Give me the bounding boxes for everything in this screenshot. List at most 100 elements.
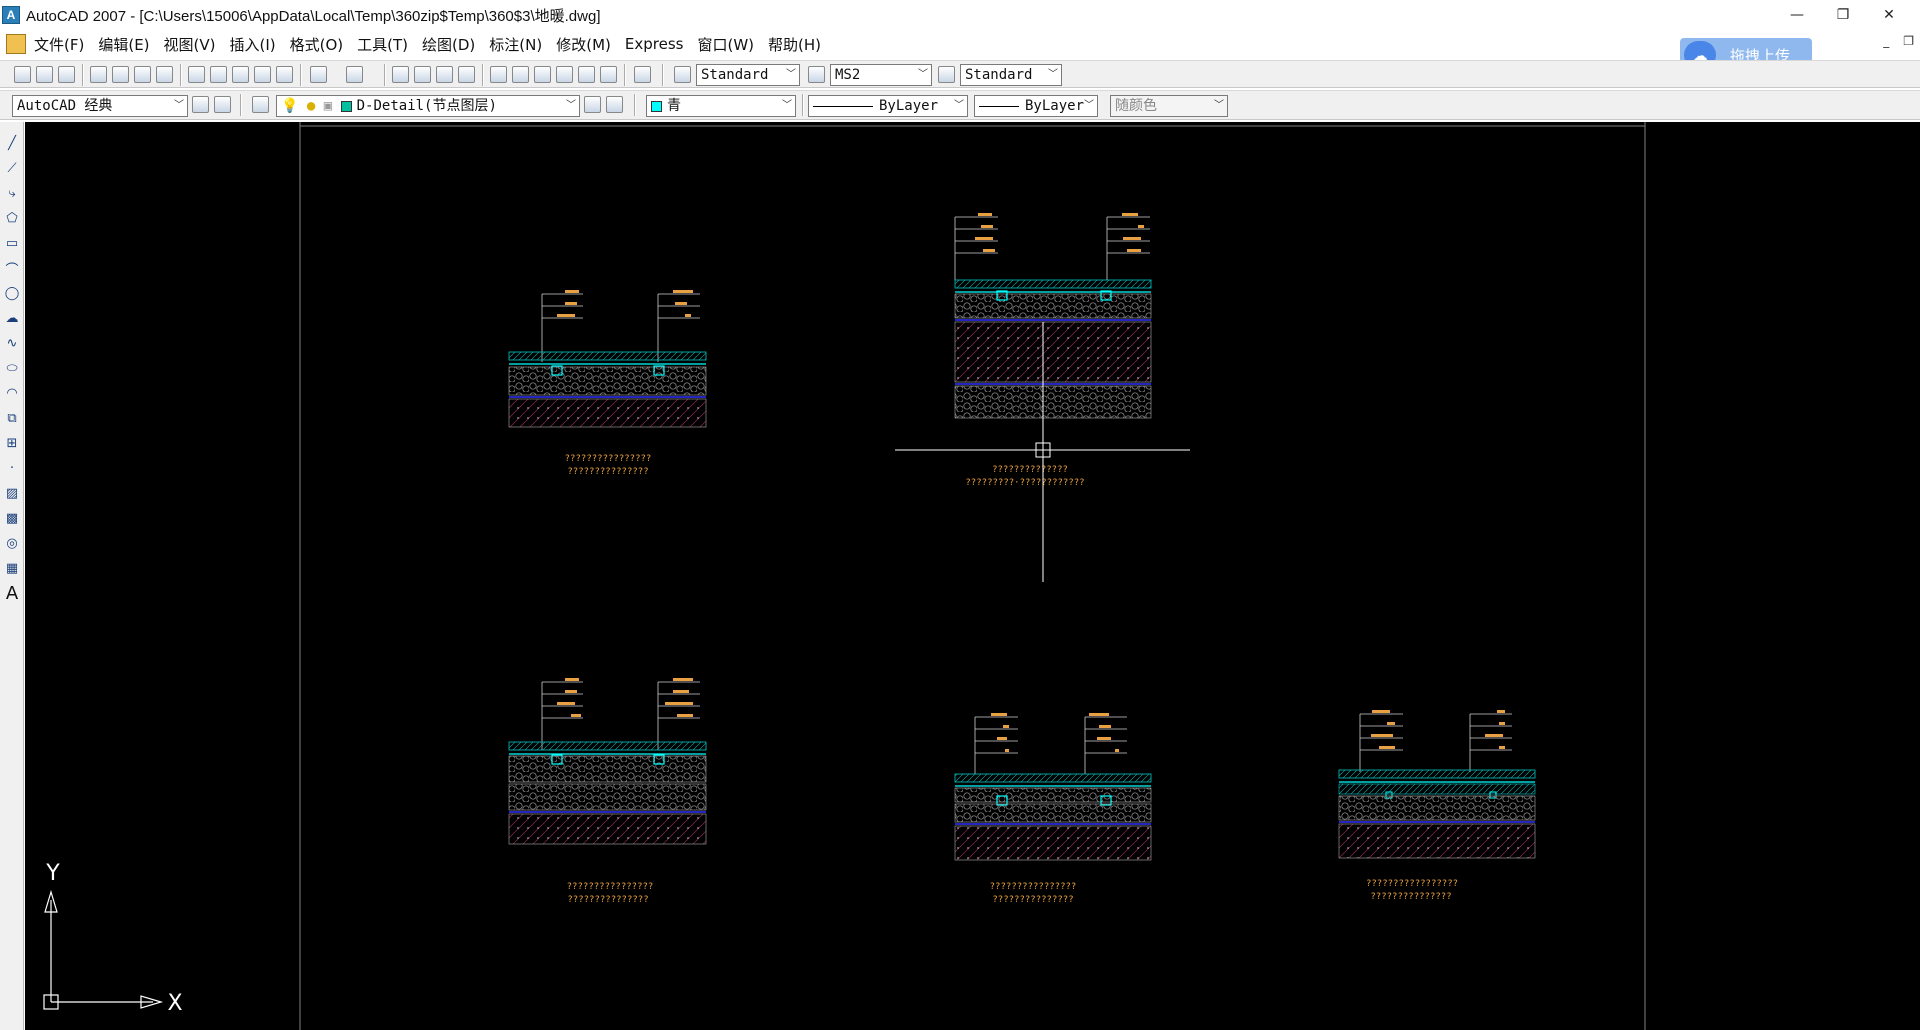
match-properties-icon[interactable]	[254, 66, 271, 83]
toolbar-separator	[482, 64, 484, 86]
polygon-icon[interactable]: ⬠	[3, 209, 21, 227]
toolbar-separator	[802, 94, 804, 116]
print-icon[interactable]	[90, 66, 107, 83]
table-style-value: Standard	[965, 67, 1033, 83]
lineweight-sample	[979, 105, 1019, 107]
polyline-icon[interactable]: ⤷	[3, 184, 21, 202]
table-style-icon[interactable]	[938, 66, 955, 83]
insert-block-icon[interactable]: ⧉	[3, 409, 21, 427]
menu-view[interactable]: 视图(V)	[164, 34, 216, 55]
ellipse-icon[interactable]: ⬭	[3, 359, 21, 377]
toolbar-separator	[662, 64, 664, 86]
publish-icon[interactable]	[134, 66, 151, 83]
redo-icon[interactable]	[346, 66, 363, 83]
pan-icon[interactable]	[392, 66, 409, 83]
markup-icon[interactable]	[578, 66, 595, 83]
print-preview-icon[interactable]	[112, 66, 129, 83]
zoom-previous-icon[interactable]	[458, 66, 475, 83]
sheet-set-icon[interactable]	[556, 66, 573, 83]
menu-modify[interactable]: 修改(M)	[556, 34, 611, 55]
revision-cloud-icon[interactable]: ☁	[3, 309, 21, 327]
chevron-down-icon: ﹀	[1048, 69, 1058, 80]
design-center-icon[interactable]	[512, 66, 529, 83]
close-button[interactable]: ✕	[1866, 0, 1912, 30]
linetype-select[interactable]: ByLayer ﹀	[808, 95, 968, 117]
detail-1[interactable]: ???????????????? ???????????????	[508, 290, 707, 477]
point-icon[interactable]: ·	[3, 459, 21, 477]
text-style-icon[interactable]	[674, 66, 691, 83]
drawing-canvas[interactable]: ???????????????? ??????????????? ???????…	[25, 122, 1920, 1030]
menu-format[interactable]: 格式(O)	[290, 34, 344, 55]
line-icon[interactable]: ╱	[3, 134, 21, 152]
workspace-value: AutoCAD 经典	[17, 98, 113, 114]
chevron-down-icon: ﹀	[918, 69, 928, 80]
ellipse-arc-icon[interactable]: ◠	[3, 384, 21, 402]
menu-express[interactable]: Express	[625, 35, 684, 53]
circle-icon[interactable]: ◯	[3, 284, 21, 302]
text-style-select[interactable]: Standard ﹀	[696, 64, 800, 86]
help-icon[interactable]	[634, 66, 651, 83]
zoom-window-icon[interactable]	[436, 66, 453, 83]
undo-icon[interactable]	[310, 66, 327, 83]
maximize-button[interactable]: ❐	[1820, 0, 1866, 30]
minimize-button[interactable]: —	[1774, 0, 1820, 30]
menu-file[interactable]: 文件(F)	[34, 34, 84, 55]
detail-5-caption-1: ?????????????????	[1366, 879, 1458, 889]
document-icon[interactable]	[6, 34, 26, 54]
layer-previous-icon[interactable]	[606, 96, 623, 113]
table-style-select[interactable]: Standard ﹀	[960, 64, 1062, 86]
workspace-save-icon[interactable]	[214, 96, 231, 113]
detail-3[interactable]: ???????????????? ???????????????	[508, 678, 707, 905]
properties-icon[interactable]	[490, 66, 507, 83]
dim-style-select[interactable]: MS2 ﹀	[830, 64, 932, 86]
detail-5-caption-2: ???????????????	[1370, 892, 1451, 902]
workspace-settings-icon[interactable]	[192, 96, 209, 113]
dim-style-icon[interactable]	[808, 66, 825, 83]
save-icon[interactable]	[58, 66, 75, 83]
workspace-select[interactable]: AutoCAD 经典 ﹀	[12, 95, 188, 117]
cut-icon[interactable]	[188, 66, 205, 83]
color-select[interactable]: 青 ﹀	[646, 95, 796, 117]
open-file-icon[interactable]	[36, 66, 53, 83]
color-value: 青	[667, 98, 681, 114]
construction-line-icon[interactable]: ⟋	[3, 159, 21, 177]
table-icon[interactable]: ▦	[3, 559, 21, 577]
gradient-icon[interactable]: ▩	[3, 509, 21, 527]
menu-dimension[interactable]: 标注(N)	[489, 34, 542, 55]
lineweight-select[interactable]: ByLayer ﹀	[974, 95, 1098, 117]
block-editor-icon[interactable]	[276, 66, 293, 83]
mdi-restore-button[interactable]: ❐	[1903, 34, 1914, 48]
region-icon[interactable]: ◎	[3, 534, 21, 552]
multiline-text-icon[interactable]: A	[3, 583, 21, 604]
make-object-layer-current-icon[interactable]	[584, 96, 601, 113]
calculator-icon[interactable]	[600, 66, 617, 83]
arc-icon[interactable]: ⌒	[3, 259, 21, 278]
detail-2[interactable]: ?????????????? ?????????·????????????	[954, 213, 1152, 488]
new-file-icon[interactable]	[14, 66, 31, 83]
menu-window[interactable]: 窗口(W)	[697, 34, 754, 55]
mdi-minimize-button[interactable]: _	[1883, 34, 1889, 48]
menu-help[interactable]: 帮助(H)	[768, 34, 821, 55]
menu-draw[interactable]: 绘图(D)	[422, 34, 475, 55]
spline-icon[interactable]: ∿	[3, 334, 21, 352]
layer-manager-icon[interactable]	[252, 96, 269, 113]
menu-edit[interactable]: 编辑(E)	[98, 34, 149, 55]
zoom-realtime-icon[interactable]	[414, 66, 431, 83]
chevron-down-icon: ﹀	[566, 100, 576, 111]
menu-tools[interactable]: 工具(T)	[357, 34, 408, 55]
make-block-icon[interactable]: ⊞	[3, 434, 21, 452]
toolbar-separator	[384, 64, 386, 86]
paste-icon[interactable]	[232, 66, 249, 83]
rectangle-icon[interactable]: ▭	[3, 234, 21, 252]
hatch-icon[interactable]: ▨	[3, 484, 21, 502]
model-space[interactable]: ???????????????? ??????????????? ???????…	[25, 122, 1920, 1030]
menu-insert[interactable]: 插入(I)	[230, 34, 276, 55]
tool-palettes-icon[interactable]	[534, 66, 551, 83]
chevron-down-icon: ﹀	[954, 100, 964, 111]
plotstyle-select: 随颜色 ﹀	[1110, 95, 1228, 117]
detail-5[interactable]: ????????????????? ???????????????	[1338, 710, 1536, 902]
layer-select[interactable]: 💡 ● ▣ D-Detail(节点图层) ﹀	[276, 95, 580, 117]
copy-icon[interactable]	[210, 66, 227, 83]
detail-4[interactable]: ???????????????? ???????????????	[954, 713, 1152, 905]
3d-dwf-icon[interactable]	[156, 66, 173, 83]
